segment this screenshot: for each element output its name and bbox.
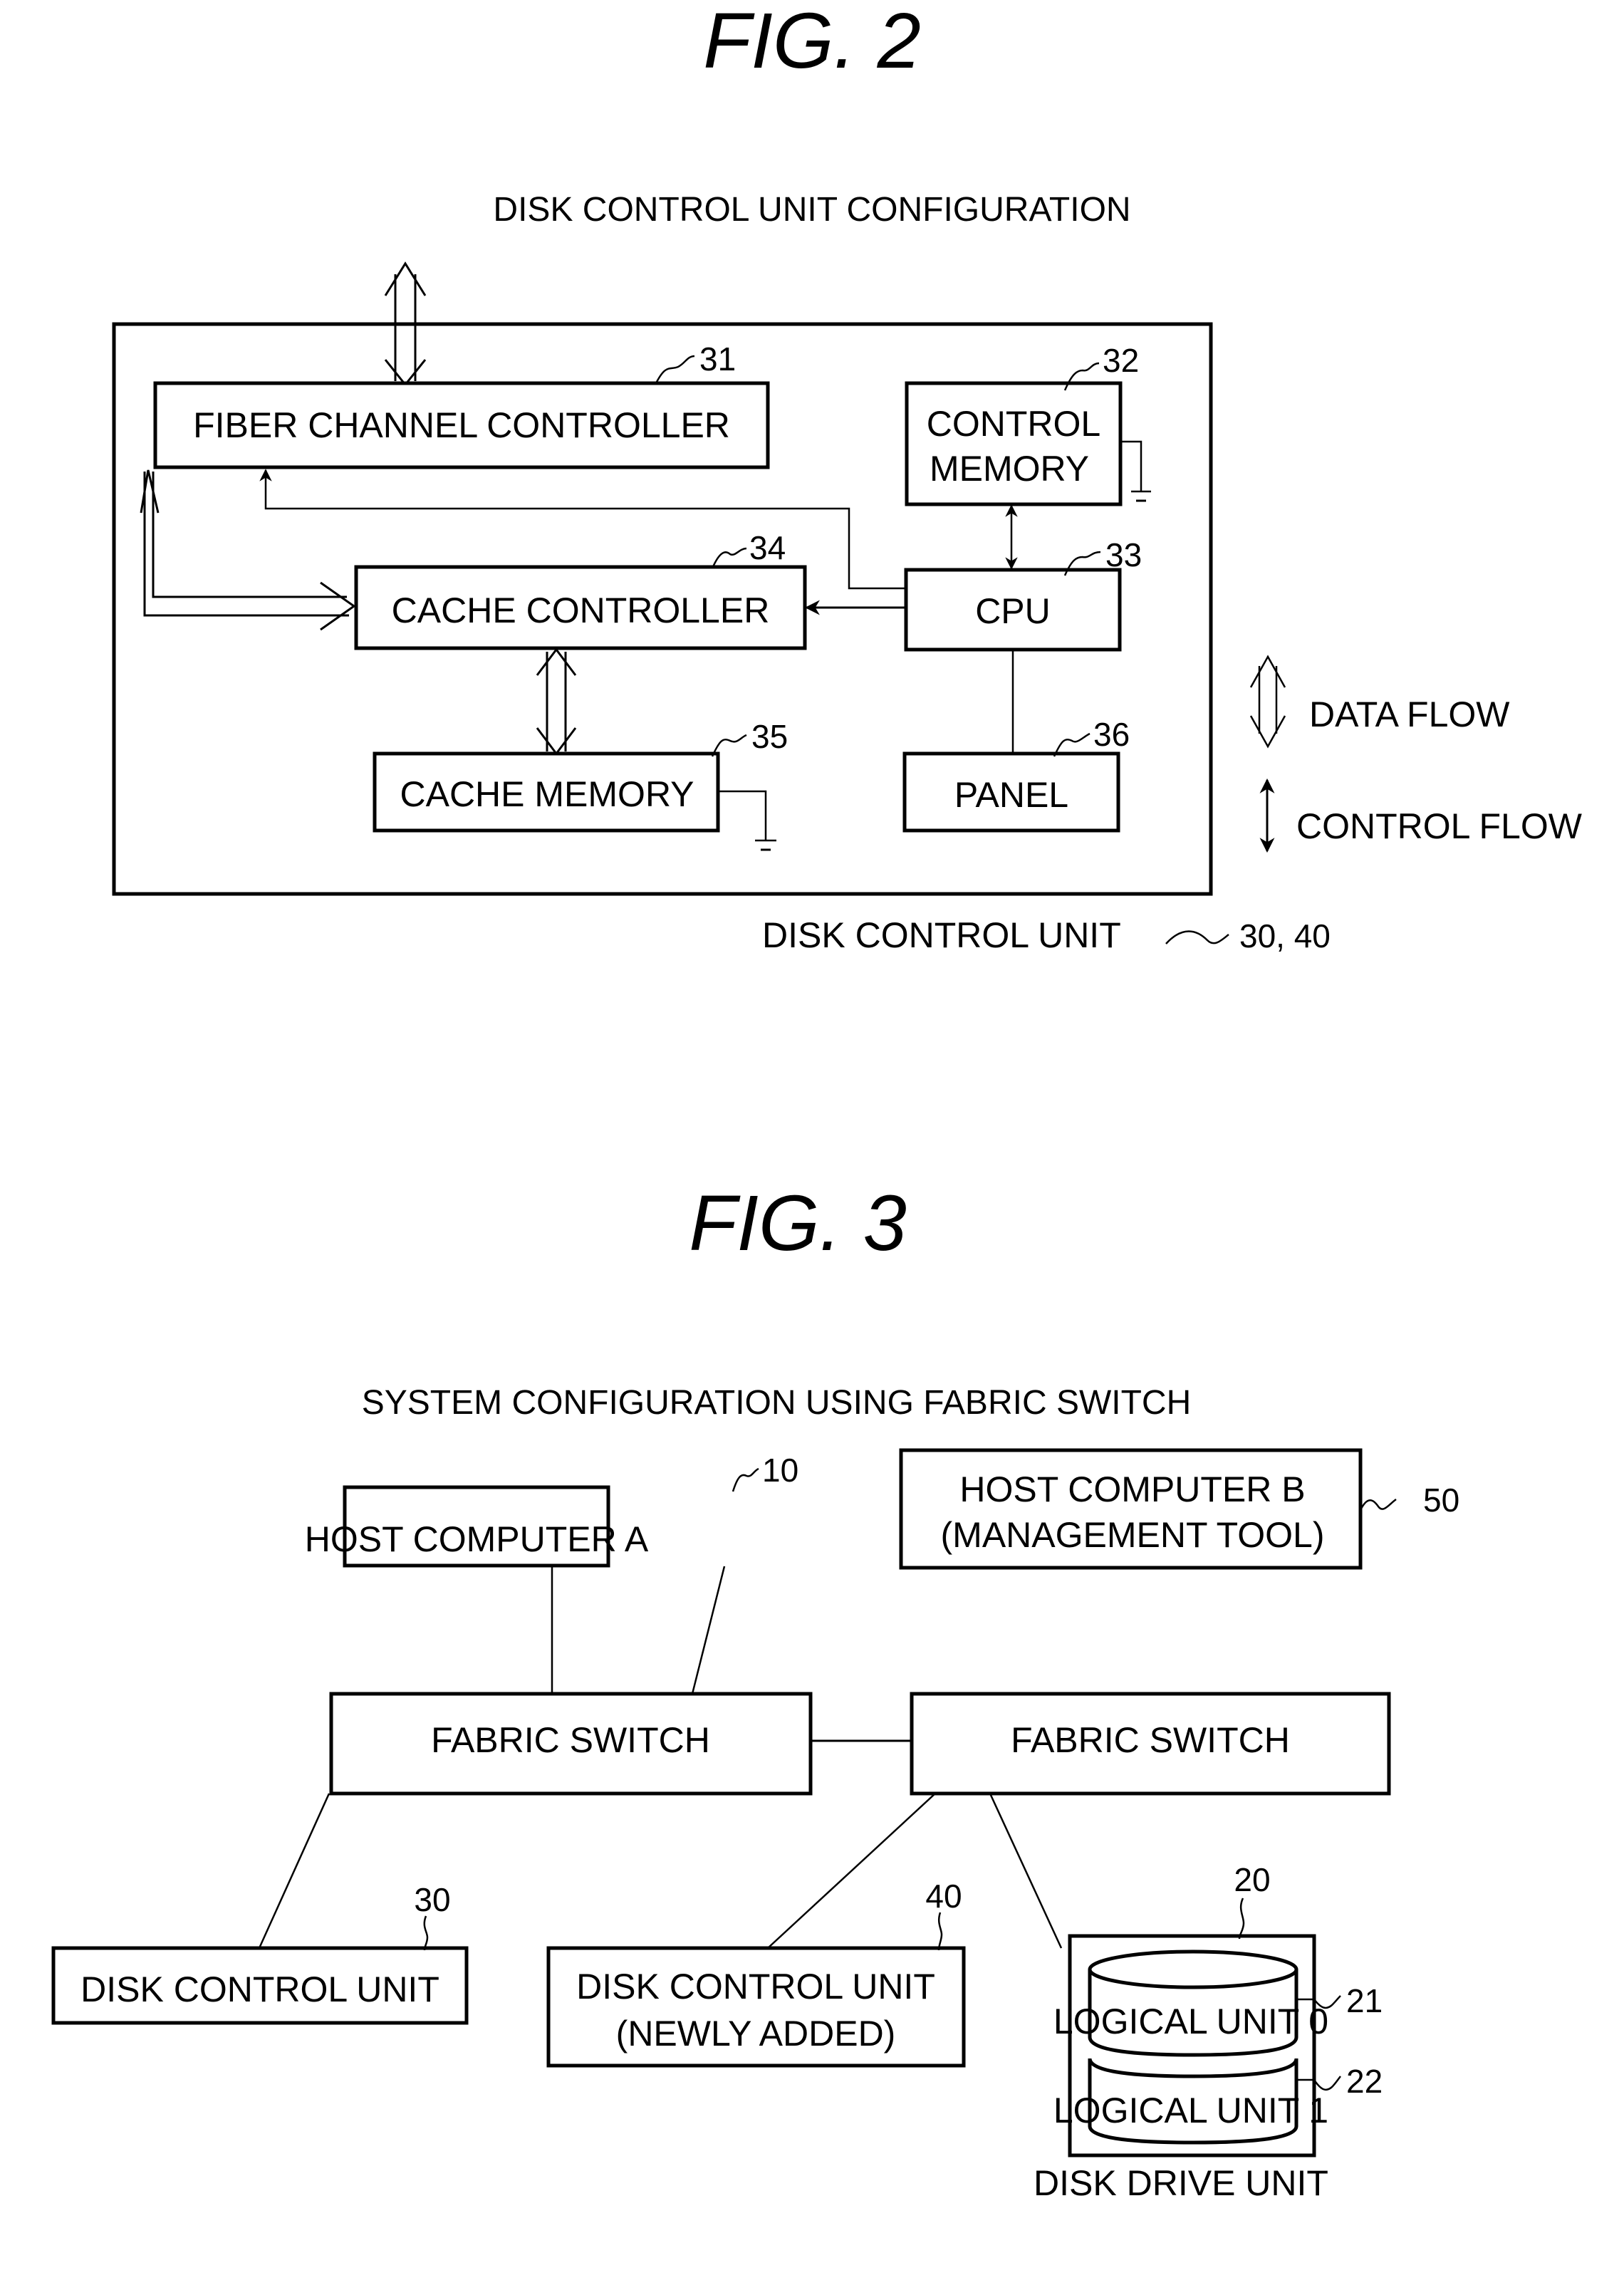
disk-control-unit-30-label: DISK CONTROL UNIT: [80, 1969, 439, 2009]
cpu-label: CPU: [975, 591, 1051, 631]
logical-unit-0-cylinder: LOGICAL UNIT 0 21: [1053, 1950, 1383, 2057]
control-memory-label-line1: CONTROL: [927, 404, 1100, 444]
disk-control-unit-label: DISK CONTROL UNIT: [762, 915, 1121, 955]
link-switch-dcu40: [767, 1793, 936, 1949]
disk-control-unit-40-label-line2: (NEWLY ADDED): [616, 2014, 896, 2053]
enclosure-leader: [1165, 930, 1229, 944]
double-line-arrow-icon: [1249, 655, 1286, 749]
disk-control-unit-40-label-line1: DISK CONTROL UNIT: [576, 1967, 935, 2006]
cache-memory-label: CACHE MEMORY: [400, 774, 694, 814]
fig3-title: FIG. 3: [689, 1180, 907, 1267]
control-memory-label-line2: MEMORY: [930, 449, 1089, 489]
logical-unit-0-label: LOGICAL UNIT 0: [1053, 2001, 1328, 2041]
ref-33: 33: [1105, 536, 1142, 573]
fig2-caption: DISK CONTROL UNIT CONFIGURATION: [493, 191, 1130, 229]
ref-36: 36: [1093, 716, 1130, 753]
ref-30-40: 30, 40: [1239, 917, 1331, 954]
fiber-channel-controller-label: FIBER CHANNEL CONTROLLER: [193, 405, 730, 445]
ref-34: 34: [749, 529, 786, 566]
legend: DATA FLOW CONTROL FLOW: [1249, 655, 1583, 853]
patent-drawing-sheet: FIG. 2 DISK CONTROL UNIT CONFIGURATION F…: [51, 0, 1583, 2203]
host-computer-b-node: HOST COMPUTER B (MANAGEMENT TOOL) 50: [899, 1448, 1459, 1570]
fig3-caption: SYSTEM CONFIGURATION USING FABRIC SWITCH: [362, 1384, 1192, 1422]
disk-control-unit-40-node: DISK CONTROL UNIT (NEWLY ADDED) 40: [546, 1878, 966, 2068]
ref-40: 40: [925, 1878, 962, 1915]
fig2-title: FIG. 2: [703, 0, 921, 85]
ref-32: 32: [1103, 342, 1139, 379]
host-computer-a-label: HOST COMPUTER A: [305, 1519, 649, 1559]
panel-label: PANEL: [954, 775, 1068, 815]
disk-drive-unit-label: DISK DRIVE UNIT: [1034, 2163, 1328, 2203]
fabric-switch-right-node: FABRIC SWITCH: [910, 1692, 1391, 1796]
host-computer-b-label-line1: HOST COMPUTER B: [959, 1469, 1305, 1509]
disk-control-unit-30-node: DISK CONTROL UNIT 30: [51, 1881, 469, 2025]
ref-10: 10: [762, 1452, 798, 1489]
figure-3: FIG. 3 SYSTEM CONFIGURATION USING FABRIC…: [51, 1180, 1459, 2203]
ref-30: 30: [414, 1881, 450, 1918]
fabric-switch-left-node: FABRIC SWITCH: [329, 1692, 813, 1796]
ref-21: 21: [1346, 1982, 1383, 2019]
logical-unit-1-label: LOGICAL UNIT 1: [1053, 2091, 1328, 2130]
fabric-switch-left-label: FABRIC SWITCH: [431, 1720, 710, 1760]
legend-control-flow-label: CONTROL FLOW: [1296, 806, 1583, 846]
ref-20: 20: [1234, 1861, 1270, 1898]
host-computer-a-node: HOST COMPUTER A 10: [305, 1452, 798, 1568]
link-hostb-switch: [691, 1566, 726, 1695]
fabric-switch-right-label: FABRIC SWITCH: [1011, 1720, 1290, 1760]
legend-data-flow-label: DATA FLOW: [1309, 694, 1510, 734]
figure-2: FIG. 2 DISK CONTROL UNIT CONFIGURATION F…: [112, 0, 1583, 955]
ref-22: 22: [1346, 2063, 1383, 2100]
link-switch-dcu30: [258, 1793, 330, 1949]
ref-35: 35: [751, 718, 788, 755]
disk-drive-unit-node: 20 LOGICAL UNIT 0 21 LOGICAL UNIT 1 22 D…: [1034, 1861, 1383, 2203]
host-computer-b-label-line2: (MANAGEMENT TOOL): [941, 1515, 1325, 1555]
cache-controller-label: CACHE CONTROLLER: [392, 590, 770, 630]
ref-31: 31: [699, 340, 736, 378]
ref-50: 50: [1423, 1482, 1459, 1519]
link-switch-diskdrive: [989, 1793, 1063, 1949]
